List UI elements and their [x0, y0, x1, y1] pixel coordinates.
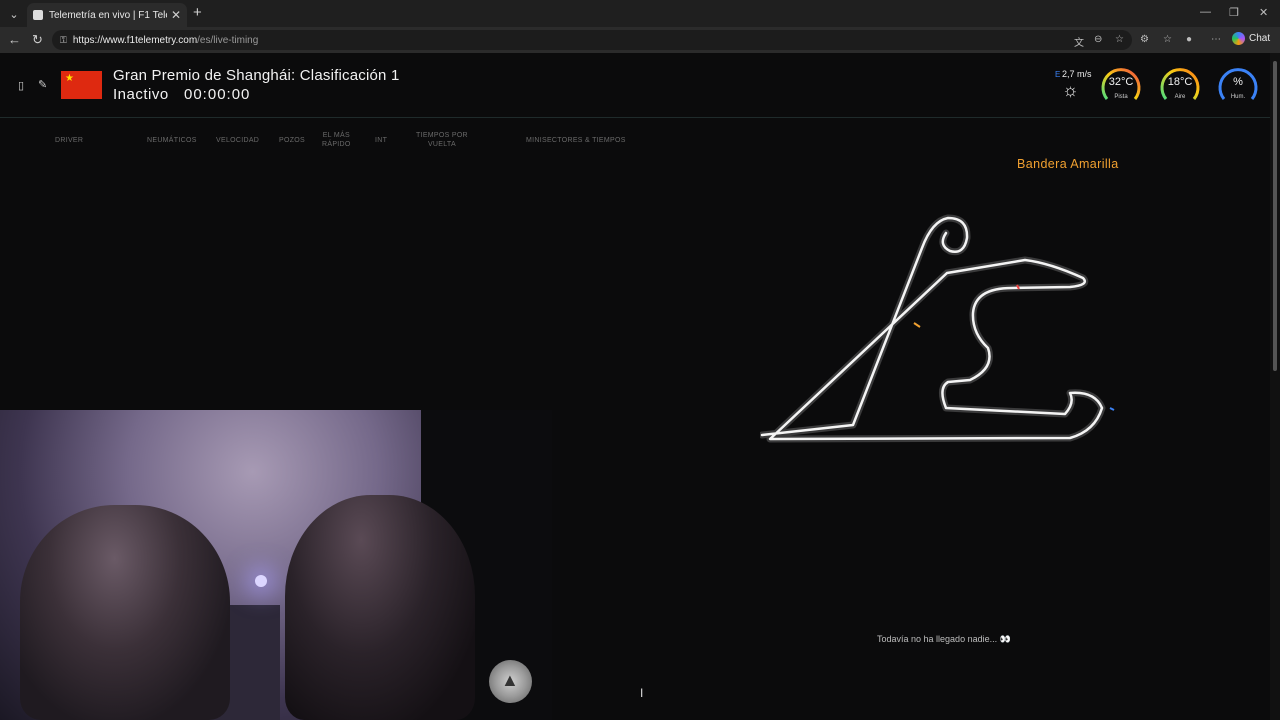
profile-avatar-icon[interactable]: ●	[1186, 34, 1192, 45]
tab-close-icon[interactable]: ✕	[171, 8, 181, 22]
webcam-video	[0, 410, 475, 720]
col-header-tyres[interactable]: NEUMÁTICOS	[147, 136, 197, 145]
air-temp-label: Aire	[1174, 94, 1186, 100]
browser-tab-bar: ⌄ Telemetría en vivo | F1 Telemetry ✕ + …	[0, 0, 1280, 27]
china-flag: ★	[61, 71, 102, 99]
restore-icon[interactable]: ❐	[1229, 6, 1239, 19]
address-bar: ← ↻ ⚿ https://www.f1telemetry.com/es/liv…	[0, 27, 1280, 53]
minimize-icon[interactable]: —	[1200, 6, 1211, 18]
url-field[interactable]: ⚿ https://www.f1telemetry.com/es/live-ti…	[52, 30, 1132, 50]
wind-direction: E	[1055, 70, 1061, 79]
air-temp-value: 18°C	[1167, 76, 1193, 88]
scrollbar-thumb[interactable]	[1273, 61, 1277, 371]
guest-person	[285, 495, 475, 720]
session-status: Inactivo	[113, 86, 169, 103]
copilot-chat-button[interactable]: Chat	[1232, 32, 1270, 45]
text-cursor-icon: I	[640, 686, 644, 700]
humidity-gauge: % Hum.	[1216, 63, 1260, 107]
empty-state-message: Todavía no ha llegado nadie... 👀	[877, 634, 1011, 644]
col-header-interval[interactable]: INT	[375, 136, 387, 145]
translate-icon[interactable]: 文	[1074, 34, 1084, 49]
track-temp-label: Pista	[1114, 94, 1128, 100]
browser-tab[interactable]: Telemetría en vivo | F1 Telemetry ✕	[27, 3, 187, 27]
close-window-icon[interactable]: ✕	[1259, 6, 1268, 19]
wind-speed: 2,7 m/s	[1062, 69, 1092, 79]
reader-icon[interactable]: ⊖	[1094, 34, 1102, 45]
humidity-label: Hum.	[1230, 94, 1246, 100]
webcam-overlay: ▲	[0, 410, 552, 720]
yellow-sector-marker	[913, 322, 921, 328]
copilot-logo-icon	[1232, 32, 1245, 45]
sidebar-toggle-icon[interactable]: ▯	[18, 79, 24, 92]
col-header-pits[interactable]: POZOS	[279, 136, 305, 145]
page-scrollbar[interactable]	[1270, 53, 1280, 720]
session-timer: 00:00:00	[184, 86, 251, 103]
col-header-fastest[interactable]: EL MÁS RÁPIDO	[322, 131, 351, 149]
session-title: Gran Premio de Shanghái: Clasificación 1	[113, 67, 400, 84]
back-arrow-icon[interactable]: ←	[8, 32, 21, 47]
stream-logo-icon: ▲	[489, 660, 532, 703]
humidity-value: %	[1233, 76, 1243, 88]
new-tab-icon[interactable]: +	[193, 4, 202, 21]
col-header-laptimes[interactable]: TIEMPOS POR VUELTA	[416, 131, 468, 149]
shanghai-circuit-map	[760, 214, 1115, 443]
col-header-speed[interactable]: VELOCIDAD	[216, 136, 259, 145]
blue-sector-marker	[1109, 407, 1115, 411]
air-temp-gauge: 18°C Aire	[1158, 63, 1202, 107]
tab-list-chevron-icon[interactable]: ⌄	[5, 5, 23, 23]
extensions-icon[interactable]: ⚙	[1140, 34, 1149, 45]
track-flag-status: Bandera Amarilla	[1017, 157, 1119, 171]
track-temp-gauge: 32°C Pista	[1099, 63, 1143, 107]
tab-title: Telemetría en vivo | F1 Telemetry	[49, 9, 167, 21]
favorite-star-icon[interactable]: ☆	[1115, 34, 1124, 45]
reload-icon[interactable]: ↻	[32, 32, 43, 48]
site-info-icon[interactable]: ⚿	[60, 35, 67, 46]
favorites-icon[interactable]: ☆	[1163, 34, 1172, 45]
header-divider	[0, 117, 1270, 118]
f1-favicon-icon	[33, 10, 43, 20]
track-temp-value: 32°C	[1108, 76, 1134, 88]
url-text: https://www.f1telemetry.com/es/live-timi…	[72, 34, 259, 46]
col-header-minisectors[interactable]: MINISECTORES & TIEMPOS	[526, 136, 626, 145]
more-options-icon[interactable]: ⋯	[1211, 34, 1221, 45]
col-header-driver[interactable]: DRIVER	[55, 136, 83, 145]
sun-icon: ☼	[1062, 80, 1079, 100]
edit-pencil-icon[interactable]: ✎	[38, 78, 47, 91]
streamer-person	[20, 505, 230, 720]
